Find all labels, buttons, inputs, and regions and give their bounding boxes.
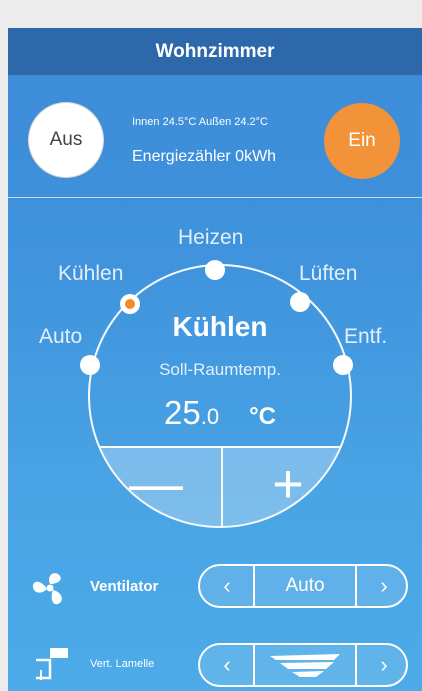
power-on-label: Ein <box>348 130 376 151</box>
temperature-readout: Innen 24.5°C Außen 24.2°C <box>132 116 269 128</box>
status-bar-area <box>8 0 422 28</box>
app-screen: Wohnzimmer Aus Innen 24.5°C Außen 24.2°C… <box>8 0 422 691</box>
mode-auto-dot[interactable] <box>80 355 100 375</box>
mode-heat-dot[interactable] <box>205 260 225 280</box>
ventilator-value: Auto <box>285 575 325 596</box>
ventilator-prev-button[interactable]: ‹ <box>200 566 254 606</box>
mode-cool-dot[interactable] <box>120 294 140 314</box>
current-mode-title: Kühlen <box>172 311 268 342</box>
minus-icon: — <box>129 454 183 514</box>
louver-position-icon <box>270 654 340 677</box>
decrease-temp-button[interactable]: — <box>90 444 222 524</box>
plus-icon: + <box>272 454 304 514</box>
chevron-left-icon: ‹ <box>223 573 231 598</box>
power-off-label: Aus <box>49 129 83 150</box>
louver-position <box>255 645 355 685</box>
ventilator-next-button[interactable]: › <box>357 566 411 606</box>
mode-heat-label[interactable]: Heizen <box>178 226 243 250</box>
louver-next-button[interactable]: › <box>357 645 411 685</box>
louver-icon <box>36 648 68 680</box>
louver-label: Vert. Lamelle <box>90 658 155 670</box>
chevron-left-icon: ‹ <box>223 652 231 677</box>
room-header: Wohnzimmer <box>8 28 422 75</box>
chevron-right-icon: › <box>380 573 388 598</box>
chevron-right-icon: › <box>380 652 388 677</box>
setpoint-integer: 25 <box>163 394 201 431</box>
power-off-button[interactable]: Aus <box>29 103 103 177</box>
mode-cool-label[interactable]: Kühlen <box>58 262 123 286</box>
louver-selector: ‹ › <box>198 643 408 687</box>
setpoint-value: 25.0 °C <box>90 394 350 432</box>
divider <box>8 197 422 198</box>
mode-dry-dot[interactable] <box>333 355 353 375</box>
setpoint-decimal: .0 <box>200 404 220 429</box>
room-title: Wohnzimmer <box>155 40 275 62</box>
fan-icon <box>32 573 62 605</box>
ventilator-label: Ventilator <box>90 578 159 595</box>
mode-fan-label[interactable]: Lüften <box>299 262 357 286</box>
louver-prev-button[interactable]: ‹ <box>200 645 254 685</box>
mode-auto-label[interactable]: Auto <box>39 325 82 349</box>
mode-dry-label[interactable]: Entf. <box>344 325 387 349</box>
mode-fan-dot[interactable] <box>290 292 310 312</box>
setpoint-unit: °C <box>249 403 276 430</box>
power-on-button[interactable]: Ein <box>324 103 400 179</box>
setpoint-label: Soll-Raumtemp. <box>159 360 281 379</box>
ventilator-selector: ‹ Auto › <box>198 564 408 608</box>
energy-counter: Energiezähler 0kWh <box>132 148 277 165</box>
increase-temp-button[interactable]: + <box>222 444 350 524</box>
